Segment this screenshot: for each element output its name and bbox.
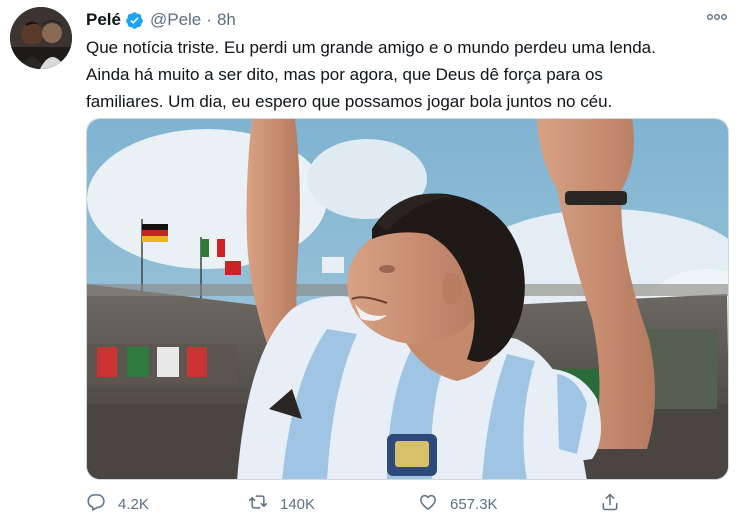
retweet-icon: [248, 492, 268, 516]
tweet-actions-bar: 4.2K 140K 657.3K: [86, 488, 646, 520]
share-icon: [600, 492, 620, 516]
like-count: 657.3K: [450, 495, 498, 513]
timestamp[interactable]: 8h: [217, 10, 236, 30]
tweet-text: Que notícia triste. Eu perdi um grande a…: [86, 34, 736, 115]
like-button[interactable]: 657.3K: [418, 488, 498, 520]
reply-count: 4.2K: [118, 495, 149, 513]
retweet-count: 140K: [280, 495, 316, 513]
author-name[interactable]: Pelé: [86, 10, 121, 30]
tweet-photo[interactable]: [86, 118, 729, 480]
heart-icon: [418, 492, 438, 516]
tweet-header: Pelé @Pele · 8h: [86, 9, 236, 31]
reply-icon: [86, 492, 106, 516]
tweet-text-line: familiares. Um dia, eu espero que possam…: [86, 92, 613, 111]
more-options-icon[interactable]: [704, 8, 730, 26]
retweet-button[interactable]: 140K: [248, 488, 315, 520]
tweet-text-line: Ainda há muito a ser dito, mas por agora…: [86, 65, 603, 84]
avatar[interactable]: [10, 7, 72, 69]
verified-badge-icon: [125, 11, 144, 30]
reply-button[interactable]: 4.2K: [86, 488, 149, 520]
separator-dot: ·: [206, 10, 212, 29]
share-button[interactable]: [600, 488, 620, 520]
tweet-text-line: Que notícia triste. Eu perdi um grande a…: [86, 38, 656, 57]
author-handle[interactable]: @Pele: [150, 10, 201, 30]
